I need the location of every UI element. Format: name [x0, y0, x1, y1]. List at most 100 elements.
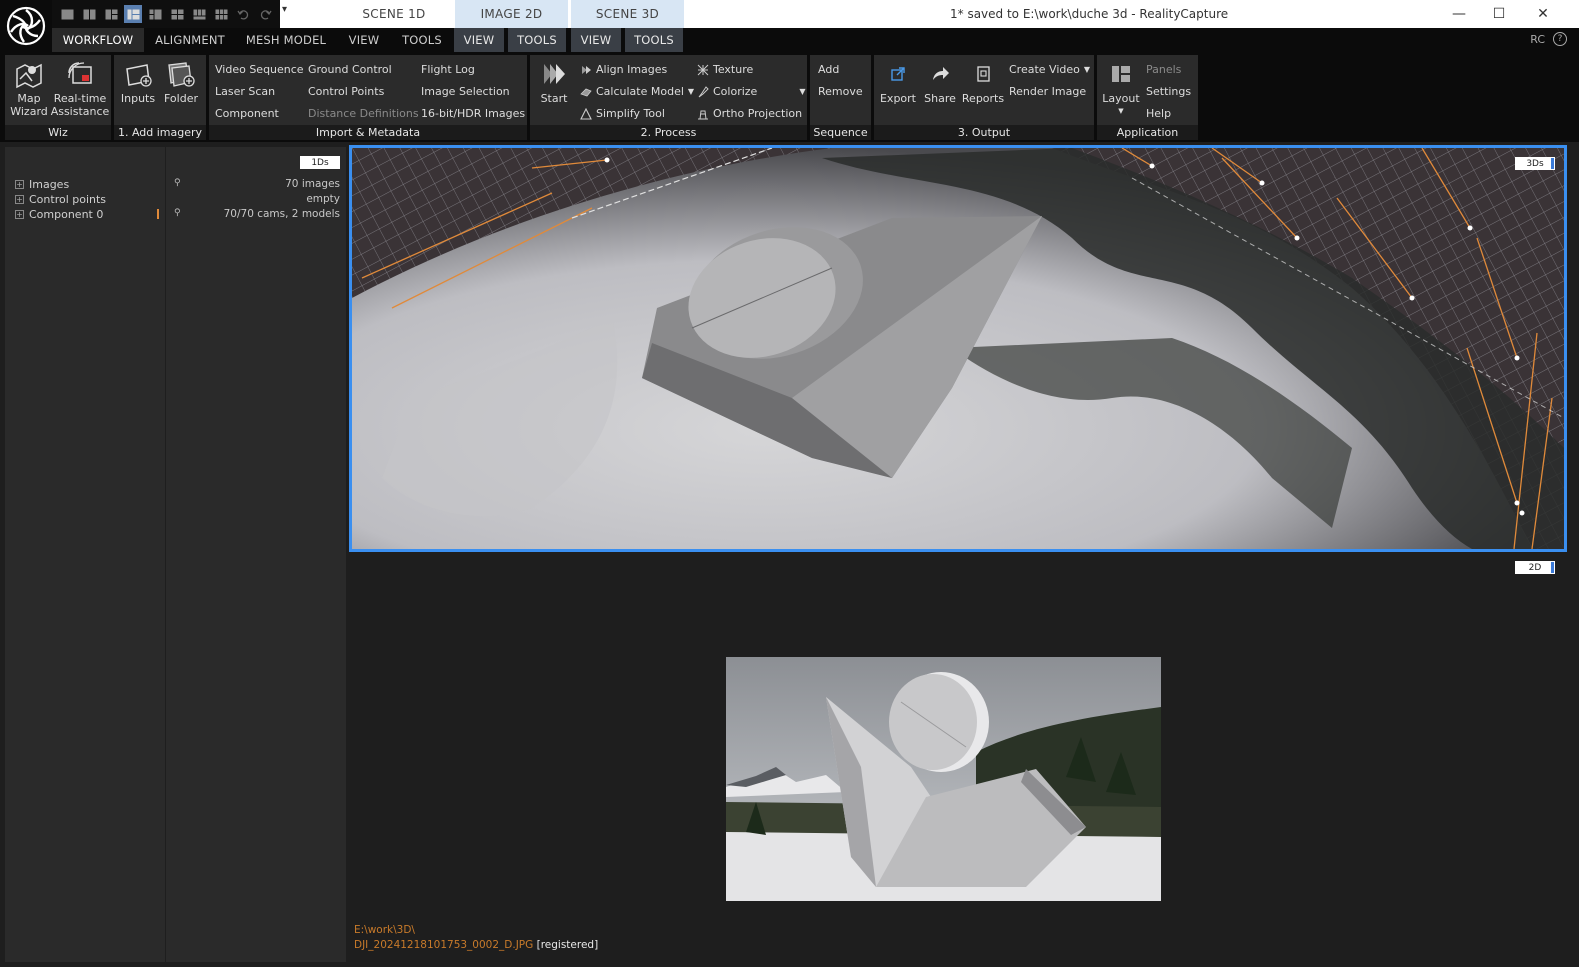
scene-3d-viewport[interactable]: 3Ds [349, 145, 1567, 552]
maximize-button[interactable]: ☐ [1477, 0, 1521, 28]
badge-label: 1Ds [311, 157, 329, 168]
settings-button[interactable]: Settings [1146, 85, 1191, 98]
panel-1ds-tree: + Images + Control points + Component 0 [5, 147, 165, 962]
chevron-down-icon[interactable]: ▼ [1084, 65, 1090, 74]
chevron-down-icon[interactable]: ▼ [688, 87, 694, 96]
realtime-label-2: Assistance [50, 105, 110, 118]
reports-button[interactable]: Reports [962, 59, 1004, 105]
menu-workflow[interactable]: WORKFLOW [52, 28, 144, 52]
create-video-button[interactable]: Create Video ▼ [1009, 63, 1090, 76]
tab-scene-1d[interactable]: SCENE 1D [338, 0, 450, 28]
share-button[interactable]: Share [920, 59, 960, 105]
sequence-add-button[interactable]: Add [818, 63, 839, 76]
menu-tools[interactable]: TOOLS [395, 28, 449, 52]
inputs-label: Inputs [120, 92, 156, 105]
map-wizard-button[interactable]: Map Wizard [9, 59, 49, 118]
layout-1-icon[interactable] [58, 5, 76, 23]
hdr-images-button[interactable]: 16-bit/HDR Images [421, 107, 525, 120]
sequence-remove-button[interactable]: Remove [818, 85, 863, 98]
tree-item-images[interactable]: + Images [15, 178, 69, 191]
layout-7-icon[interactable] [190, 5, 208, 23]
colorize-button[interactable]: Colorize ▼ [697, 85, 805, 98]
texture-label: Texture [713, 63, 754, 76]
minimize-button[interactable]: — [1437, 0, 1481, 28]
viewport-badge-3ds[interactable]: 3Ds [1515, 157, 1555, 170]
inputs-icon [123, 59, 153, 89]
quick-access-dropdown-icon[interactable]: ▾ [282, 4, 287, 15]
export-button[interactable]: Export [878, 59, 918, 105]
expand-icon[interactable]: + [15, 195, 24, 204]
component-button[interactable]: Component [215, 107, 279, 120]
pin-icon: ⚲ [174, 208, 181, 218]
menu-view[interactable]: VIEW [339, 28, 389, 52]
close-button[interactable]: ✕ [1521, 0, 1565, 28]
panels-button[interactable]: Panels [1146, 63, 1181, 76]
layout-6-icon[interactable] [168, 5, 186, 23]
laser-scan-button[interactable]: Laser Scan [215, 85, 275, 98]
video-sequence-button[interactable]: Video Sequence [215, 63, 304, 76]
reports-label: Reports [961, 92, 1005, 105]
layout-label: Layout [1102, 92, 1140, 105]
export-icon [883, 59, 913, 89]
tab-scene-3d[interactable]: SCENE 3D [571, 0, 684, 28]
panel-1ds-values: 1Ds ⚲ 70 images empty ⚲ 70/70 cams, 2 mo… [166, 147, 346, 962]
menu-mesh-model[interactable]: MESH MODEL [238, 28, 334, 52]
group-label-add-imagery: 1. Add imagery [114, 125, 206, 140]
expand-icon[interactable]: + [15, 210, 24, 219]
calculate-model-button[interactable]: Calculate Model ▼ [580, 85, 694, 98]
layout-button[interactable]: Layout ▼ [1101, 59, 1141, 118]
layout-8-icon[interactable] [212, 5, 230, 23]
expand-icon[interactable]: + [15, 180, 24, 189]
menu-view-3d[interactable]: VIEW [571, 28, 621, 52]
control-points-button[interactable]: Control Points [308, 85, 384, 98]
help-button[interactable]: Help [1146, 107, 1171, 120]
export-label: Export [879, 92, 916, 105]
distance-definitions-button[interactable]: Distance Definitions [308, 107, 419, 120]
redo-icon[interactable] [256, 5, 274, 23]
tree-item-control-points[interactable]: + Control points [15, 193, 106, 206]
menu-tools-2d[interactable]: TOOLS [508, 28, 566, 52]
rc-label[interactable]: RC [1530, 33, 1545, 46]
flight-log-button[interactable]: Flight Log [421, 63, 475, 76]
texture-button[interactable]: Texture [697, 63, 753, 76]
folder-button[interactable]: Folder [160, 59, 202, 105]
realtime-assistance-icon [65, 59, 95, 89]
align-images-button[interactable]: Align Images [580, 63, 667, 76]
layout-3-icon[interactable] [102, 5, 120, 23]
start-icon [539, 59, 569, 89]
ortho-projection-button[interactable]: Ortho Projection [697, 107, 802, 120]
layout-5-icon[interactable] [146, 5, 164, 23]
image-selection-button[interactable]: Image Selection [421, 85, 510, 98]
group-process: Start Align Images Calculate Model ▼ Sim… [530, 55, 807, 140]
menu-view-2d[interactable]: VIEW [454, 28, 504, 52]
tab-image-2d[interactable]: IMAGE 2D [455, 0, 568, 28]
panel-badge-1ds[interactable]: 1Ds [300, 156, 340, 169]
inputs-button[interactable]: Inputs [118, 59, 158, 105]
realtime-assistance-button[interactable]: Real-time Assistance [51, 59, 109, 118]
badge-label: 2D [1528, 562, 1542, 573]
group-label-import-metadata: Import & Metadata [209, 125, 527, 140]
tree-item-component-0[interactable]: + Component 0 [15, 208, 103, 221]
chevron-down-icon[interactable]: ▼ [799, 87, 805, 96]
map-wizard-icon [14, 59, 44, 89]
ribbon: Map Wizard Real-time Assistance Wiz Inpu… [0, 52, 1579, 142]
chevron-down-icon[interactable]: ▼ [1118, 105, 1123, 118]
viewport-badge-2d[interactable]: 2D [1515, 561, 1555, 574]
active-component-marker [157, 209, 159, 219]
group-label-process: 2. Process [530, 125, 807, 140]
image-2d-viewport[interactable]: 2D E:\work\3D\ DJI_20241218101753_0002_D… [349, 554, 1567, 962]
layout-4-icon[interactable] [124, 5, 142, 23]
simplify-tool-button[interactable]: Simplify Tool [580, 107, 665, 120]
undo-icon[interactable] [234, 5, 252, 23]
simplify-tool-label: Simplify Tool [596, 107, 665, 120]
help-icon[interactable]: ? [1553, 32, 1567, 46]
menu-alignment[interactable]: ALIGNMENT [148, 28, 232, 52]
layout-2-icon[interactable] [80, 5, 98, 23]
group-wiz: Map Wizard Real-time Assistance Wiz [5, 55, 111, 140]
render-image-button[interactable]: Render Image [1009, 85, 1086, 98]
title-bar: ▾ SCENE 1D IMAGE 2D SCENE 3D 1* saved to… [0, 0, 1579, 28]
ground-control-button[interactable]: Ground Control [308, 63, 392, 76]
start-button[interactable]: Start [536, 59, 572, 105]
menu-tools-3d[interactable]: TOOLS [625, 28, 683, 52]
realitycapture-logo-icon[interactable] [0, 0, 52, 52]
